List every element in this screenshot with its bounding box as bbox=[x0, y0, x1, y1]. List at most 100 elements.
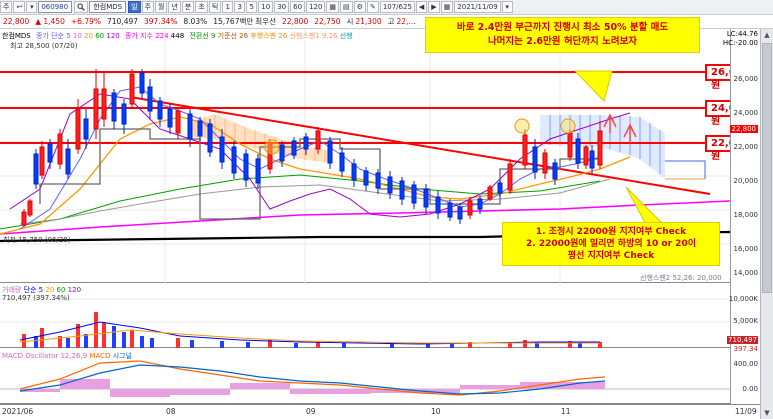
volume-rate: 397.34% bbox=[144, 17, 178, 26]
vertical-scrollbar[interactable]: ▲ ▼ bbox=[760, 29, 773, 419]
period-5-button[interactable]: 5 bbox=[246, 1, 258, 13]
current-price-tag: 22,800 bbox=[729, 125, 758, 133]
legend-macd: MACD bbox=[89, 352, 111, 360]
volume-canvas[interactable] bbox=[0, 284, 730, 348]
period-120-button[interactable]: 120 bbox=[306, 1, 326, 13]
date-label-2021-06: 2021/06 bbox=[2, 407, 34, 416]
axis-price-14000: 14,000 bbox=[733, 269, 759, 277]
axis-price-18000: 18,000 bbox=[733, 211, 759, 219]
back-icon[interactable]: ↩ bbox=[13, 1, 26, 13]
date-label-10: 10 bbox=[431, 407, 441, 416]
high-price: 22,... bbox=[396, 17, 416, 26]
next-arrow-icon[interactable]: ▶ bbox=[428, 1, 440, 13]
best-quote-label: 최우선 bbox=[255, 17, 276, 26]
legend-macd-osc: MACD Oscillator 12,26,9 bbox=[2, 352, 88, 360]
volume-bars-down bbox=[34, 326, 582, 348]
date-input[interactable]: 2021/11/09 bbox=[454, 1, 501, 13]
settings-icon[interactable]: ⚙ bbox=[353, 1, 366, 13]
note-bottom-line3: 평선 지지여부 Check bbox=[567, 251, 655, 261]
stock-name: 한컴MDS bbox=[89, 1, 127, 13]
date-label-09: 09 bbox=[306, 407, 316, 416]
axis-macd-0: 0.00 bbox=[742, 385, 758, 393]
chart-icon[interactable]: ▤ bbox=[340, 1, 353, 13]
stock-code-input[interactable]: 060980 bbox=[38, 1, 73, 13]
axis-vol-5000k: 5,000K bbox=[733, 317, 758, 325]
note-top-line2: 나머지는 2.6만원 허단까지 노려보자 bbox=[487, 36, 638, 47]
period-3-button[interactable]: 3 bbox=[234, 1, 246, 13]
legend-ma120: 120 bbox=[106, 32, 120, 40]
volume-stat: 710,497 (397.34%) bbox=[2, 294, 70, 302]
volume-rate-tag: 397.34 bbox=[733, 345, 759, 353]
bar-count: 107/625 bbox=[379, 1, 415, 13]
period-60-button[interactable]: 60 bbox=[290, 1, 306, 13]
legend-ema224: 종가 지수 224 bbox=[124, 32, 169, 40]
leading-span-label: 선행스팬2 52,26: 20,000 bbox=[640, 274, 722, 282]
tab-day[interactable]: 일 bbox=[128, 1, 141, 13]
legend-vol-ma20: 20 bbox=[45, 286, 55, 294]
open-price: 21,300 bbox=[355, 17, 382, 26]
date-label-11-09: 11/09 bbox=[735, 407, 757, 416]
tab-month[interactable]: 월 bbox=[155, 1, 168, 13]
search-icon[interactable] bbox=[74, 1, 89, 13]
legend-volume: 거래량 bbox=[2, 286, 22, 294]
legend-leading2: 선행 bbox=[339, 32, 353, 40]
tool-icon[interactable]: ✎ bbox=[366, 1, 379, 13]
note-top-line1: 바로 2.4만원 부근까지 진행시 최소 50% 분할 매도 bbox=[456, 22, 669, 33]
change-rate: +6.79% bbox=[70, 17, 101, 26]
dropdown-icon[interactable]: ▾ bbox=[26, 1, 38, 13]
prev-arrow-icon[interactable]: ◀ bbox=[415, 1, 428, 13]
date-axis: 2021/06 08 09 10 11 11/09 bbox=[0, 404, 760, 419]
current-price: 22,800 bbox=[3, 17, 30, 26]
note-bottom: 1. 조정시 22000원 지지여부 Check 2. 22000원에 밀리면 … bbox=[502, 222, 720, 266]
low-marker-label: 최저 15,750 (06/28) bbox=[3, 236, 71, 244]
axis-hc: HC:-20.00 bbox=[722, 39, 758, 47]
legend-vol-ma5: 단순 5 bbox=[23, 286, 44, 294]
calendar-icon[interactable]: ▦ bbox=[440, 1, 454, 13]
axis-vol-10000k: 10,000K bbox=[728, 295, 758, 303]
volume-panel[interactable]: 거래량 단순 5 20 60 120 710,497 (397.34%) bbox=[0, 284, 760, 348]
calendar-dropdown-icon[interactable]: ▾ bbox=[501, 1, 513, 13]
tab-tick[interactable]: 틱 bbox=[208, 1, 222, 13]
axis-price-22000: 22,000 bbox=[733, 143, 759, 151]
note-top: 바로 2.4만원 부근까지 진행시 최소 50% 분할 매도 나머지는 2.6만… bbox=[425, 17, 700, 53]
legend-ma5: 종가 단순 5 bbox=[36, 32, 71, 40]
date-label-11: 11 bbox=[561, 407, 571, 416]
volume-value: 710,497 bbox=[107, 17, 139, 26]
price-axis: LC:44.76 HC:-20.00 26,000 24,000 22,800 … bbox=[723, 29, 760, 404]
scroll-down-arrow-icon[interactable]: ▼ bbox=[761, 407, 773, 419]
chart-legend: 한컴MDS 종가 단순 5 10 20 60 120 종가 지수 224 448… bbox=[2, 31, 353, 41]
volume-tag: 710,497 bbox=[727, 336, 758, 344]
trade-amount: 15,767백만 bbox=[213, 17, 254, 26]
tab-minute[interactable]: 분 bbox=[181, 1, 195, 13]
price-chart-panel[interactable]: 한컴MDS 종가 단순 5 10 20 60 120 종가 지수 224 448… bbox=[0, 17, 760, 283]
legend-vol-ma120: 120 bbox=[67, 286, 82, 294]
chart-title: 한컴MDS bbox=[2, 32, 31, 40]
period-select-button[interactable]: 주 bbox=[0, 1, 13, 13]
period-1-button[interactable]: 1 bbox=[222, 1, 234, 13]
period-30-button[interactable]: 30 bbox=[274, 1, 290, 13]
legend-leading1: 선행스팬1 9,26 bbox=[289, 32, 338, 40]
ask-price: 22,800 bbox=[281, 17, 309, 26]
open-label: 시 bbox=[346, 17, 354, 26]
axis-price-26000: 26,000 bbox=[733, 75, 759, 83]
high-label: 고 bbox=[387, 17, 395, 26]
legend-ma20: 20 bbox=[84, 32, 93, 40]
toolbar: 주 ↩ ▾ 060980 한컴MDS 일 주 월 년 분 초 틱 1 3 5 1… bbox=[0, 0, 773, 15]
legend-ma10: 10 bbox=[72, 32, 82, 40]
legend-vol-ma60: 60 bbox=[56, 286, 66, 294]
tab-year[interactable]: 년 bbox=[168, 1, 181, 13]
legend-ma60: 60 bbox=[95, 32, 105, 40]
scroll-thumb[interactable] bbox=[762, 43, 772, 293]
axis-price-24000: 24,000 bbox=[733, 109, 759, 117]
legend-conversion: 전환선 9 bbox=[189, 32, 216, 40]
period-10-button[interactable]: 10 bbox=[258, 1, 274, 13]
date-label-08: 08 bbox=[166, 407, 176, 416]
legend-lagging: 후행스팬 26 bbox=[250, 32, 288, 40]
scroll-up-arrow-icon[interactable]: ▲ bbox=[761, 29, 773, 41]
tab-week[interactable]: 주 bbox=[141, 1, 154, 13]
macd-panel[interactable]: MACD Oscillator 12,26,9 MACD 시그널 bbox=[0, 349, 760, 404]
note-bottom-line1: 1. 조정시 22000원 지지여부 Check bbox=[535, 227, 687, 237]
tab-second[interactable]: 초 bbox=[195, 1, 208, 13]
high-marker-label: 최고 28,500 (07/20) bbox=[10, 42, 78, 50]
grid-icon[interactable]: ▦ bbox=[326, 1, 340, 13]
